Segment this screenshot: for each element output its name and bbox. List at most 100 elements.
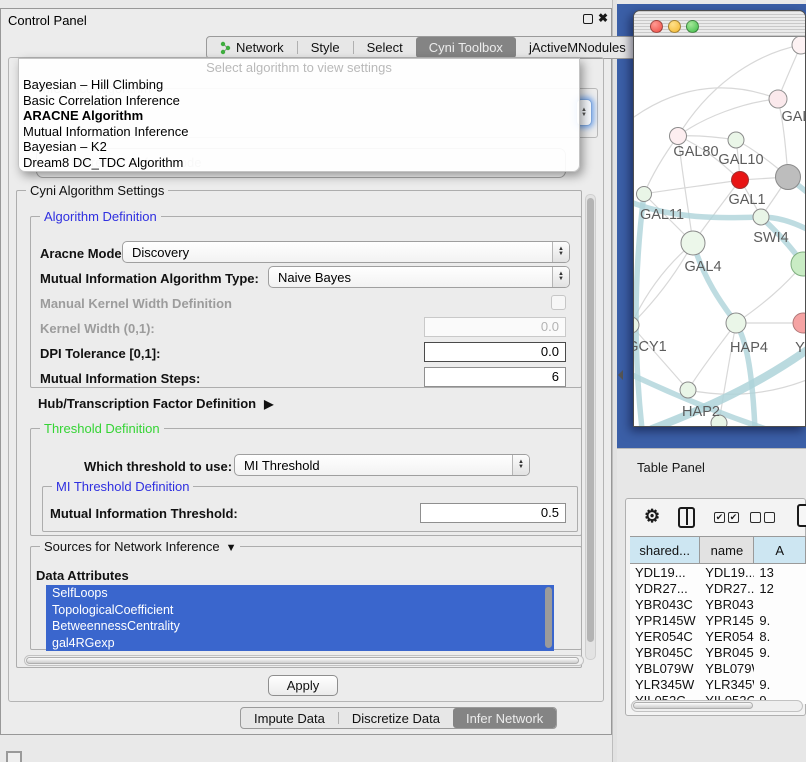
tab-infer-network[interactable]: Infer Network	[453, 708, 556, 728]
split-columns-icon[interactable]	[678, 507, 695, 528]
node-label: GAL80	[673, 144, 718, 160]
algorithm-option-list: Bayesian – Hill ClimbingBasic Correlatio…	[19, 77, 579, 171]
network-window-titlebar[interactable]	[634, 11, 805, 37]
mi-type-select[interactable]: Naive Bayes ▲▼	[268, 266, 570, 288]
cyni-bottom-tabbar: Impute DataDiscretize DataInfer Network	[240, 707, 557, 729]
settings-vertical-scrollbar[interactable]	[585, 194, 596, 660]
tab-impute-data[interactable]: Impute Data	[241, 708, 338, 728]
data-attribute-option[interactable]: TopologicalCoefficient	[46, 602, 554, 619]
scrollbar-thumb[interactable]	[26, 657, 579, 664]
checked-box-icon: ✔	[714, 512, 725, 523]
table-cell: YPR145W	[700, 613, 754, 628]
aracne-mode-select[interactable]: Discovery ▲▼	[122, 241, 570, 263]
tab-network[interactable]: Network	[207, 37, 297, 58]
gear-icon[interactable]: ⚙	[644, 506, 660, 527]
network-canvas[interactable]: GALGAL80GAL10GAL1GAL11SWI4GAL4GCY1HAP4YH…	[634, 37, 805, 426]
kernel-width-field[interactable]: 0.0	[424, 317, 566, 337]
network-node[interactable]	[776, 165, 801, 190]
stepper-down-icon: ▼	[581, 113, 587, 118]
table-row[interactable]: YBR043CYBR043C	[630, 596, 806, 612]
network-node-swi4[interactable]	[791, 252, 805, 276]
table-row[interactable]: YLR345WYLR345W9.	[630, 676, 806, 692]
hide-columns-icon[interactable]	[750, 512, 775, 523]
tab-jactivemnodules[interactable]: jActiveMNodules	[516, 37, 639, 58]
table-horizontal-scrollbar[interactable]	[631, 700, 803, 712]
node-label: GAL10	[718, 152, 763, 168]
tab-select[interactable]: Select	[354, 37, 416, 58]
mi-threshold-field[interactable]: 0.5	[420, 503, 566, 523]
algorithm-option[interactable]: Mutual Information Inference	[19, 124, 579, 140]
unchecked-box-icon	[764, 512, 775, 523]
scrollbar-thumb[interactable]	[587, 198, 594, 642]
table-cell: YDL19...	[630, 565, 700, 580]
minimized-panel-icon[interactable]	[6, 751, 22, 762]
window-zoom-button[interactable]	[686, 20, 699, 33]
node-label: SWI4	[753, 230, 788, 246]
column-header-a[interactable]: A	[754, 537, 806, 563]
table-cell: YBL079W	[700, 661, 754, 676]
kernel-width-label: Kernel Width (0,1):	[40, 321, 155, 336]
hub-definition-expander[interactable]: Hub/Transcription Factor Definition▶	[38, 396, 273, 411]
threshold-definition-title: Threshold Definition	[40, 421, 164, 436]
scrollbar-thumb[interactable]	[633, 702, 753, 709]
table-cell: 9.	[754, 677, 806, 692]
network-node[interactable]	[753, 209, 769, 225]
window-close-button[interactable]	[650, 20, 663, 33]
network-node-gal1[interactable]	[732, 172, 749, 189]
network-node-hap4[interactable]	[726, 313, 746, 333]
network-node[interactable]	[792, 37, 805, 54]
tab-discretize-data[interactable]: Discretize Data	[339, 708, 453, 728]
mi-steps-field[interactable]: 6	[424, 367, 566, 387]
node-label: GAL4	[684, 259, 721, 275]
table-cell: YBR045C	[630, 645, 700, 660]
table-cell: YLR345W	[700, 677, 754, 692]
node-label: HAP2	[682, 404, 720, 420]
network-node-gal[interactable]	[769, 90, 787, 108]
stepper-icon: ▲▼	[552, 242, 569, 262]
table-row[interactable]: YER054CYER054C8.	[630, 628, 806, 644]
algorithm-dropdown-popup: Select algorithm to view settings Bayesi…	[18, 58, 580, 172]
show-columns-icon[interactable]: ✔✔	[714, 512, 739, 523]
network-node-gal10[interactable]	[728, 132, 744, 148]
data-attribute-option[interactable]: SelfLoops	[46, 585, 554, 602]
tab-cyni-toolbox[interactable]: Cyni Toolbox	[416, 37, 516, 58]
column-header-name[interactable]: name	[700, 537, 754, 563]
algorithm-option[interactable]: ARACNE Algorithm	[19, 108, 579, 124]
new-table-icon[interactable]	[797, 504, 806, 527]
algorithm-definition-title: Algorithm Definition	[40, 209, 161, 224]
apply-button[interactable]: Apply	[268, 675, 338, 696]
network-node-gal80[interactable]	[670, 128, 687, 145]
algorithm-option[interactable]: Bayesian – K2	[19, 139, 579, 155]
table-row[interactable]: YBL079WYBL079W	[630, 660, 806, 676]
close-panel-button[interactable]: ✖	[598, 11, 608, 25]
network-edge	[644, 180, 740, 194]
algorithm-option[interactable]: Dream8 DC_TDC Algorithm	[19, 155, 579, 171]
splitter-collapse-icon[interactable]	[618, 370, 623, 380]
tab-style[interactable]: Style	[298, 37, 353, 58]
network-node-y[interactable]	[793, 313, 805, 333]
algorithm-option[interactable]: Bayesian – Hill Climbing	[19, 77, 579, 93]
network-node-gal11[interactable]	[637, 187, 652, 202]
network-node-hap2[interactable]	[680, 382, 696, 398]
unchecked-box-icon	[750, 512, 761, 523]
manual-kernel-checkbox[interactable]	[551, 295, 566, 310]
table-cell: 9.	[754, 613, 806, 628]
table-row[interactable]: YPR145WYPR145W9.	[630, 612, 806, 628]
table-row[interactable]: YBR045CYBR045C9.	[630, 644, 806, 660]
table-row[interactable]: YDL19...YDL19...13	[630, 564, 806, 580]
dpi-tolerance-field[interactable]: 0.0	[424, 342, 566, 362]
window-minimize-button[interactable]	[668, 20, 681, 33]
screen: Control Panel ✖ NetworkStyleSelectCyni T…	[0, 0, 806, 762]
data-attribute-option[interactable]: gal4RGexp	[46, 635, 554, 652]
sources-group-title[interactable]: Sources for Network Inference▼	[40, 539, 240, 554]
network-node-gal4[interactable]	[681, 231, 705, 255]
attribute-list-scrollbar[interactable]	[545, 587, 552, 648]
data-attribute-option[interactable]: BetweennessCentrality	[46, 618, 554, 635]
float-window-button[interactable]	[583, 14, 593, 24]
table-cell: 9.	[754, 645, 806, 660]
table-row[interactable]: YDR27...YDR27...12	[630, 580, 806, 596]
algorithm-option[interactable]: Basic Correlation Inference	[19, 93, 579, 109]
column-header-shared-[interactable]: shared...	[630, 537, 700, 563]
settings-horizontal-scrollbar[interactable]	[24, 655, 584, 666]
which-threshold-select[interactable]: MI Threshold ▲▼	[234, 454, 530, 476]
